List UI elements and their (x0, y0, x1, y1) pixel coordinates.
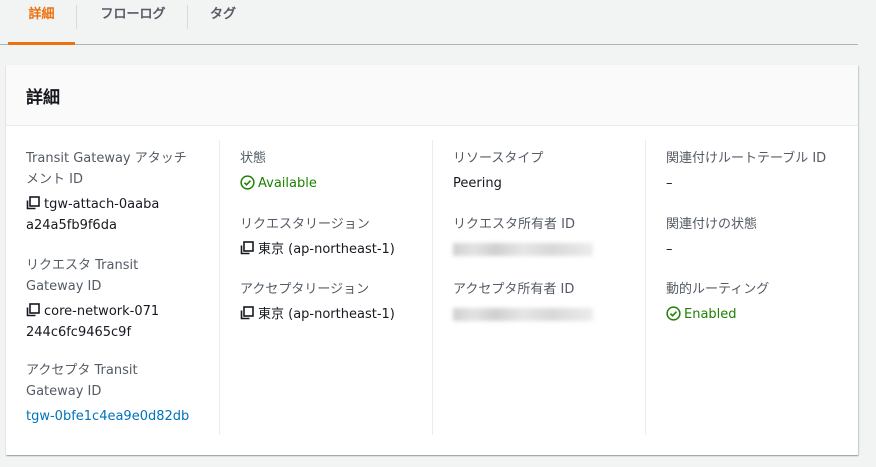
redacted-value (453, 308, 593, 321)
accepter-tgw-id-field: アクセプタ Transit Gateway ID tgw-0bfe1c4ea9e… (26, 360, 216, 427)
associated-route-table-value: – (666, 176, 673, 191)
requester-tgw-id-text: core-network-071244c6fc9465c9f (26, 304, 160, 340)
association-state-field: 関連付けの状態 – (666, 214, 856, 260)
accepter-tgw-id-link[interactable]: tgw-0bfe1c4ea9e0d82db (26, 409, 189, 424)
requester-owner-id-value (453, 239, 643, 260)
dynamic-routing-label: 動的ルーティング (666, 282, 770, 297)
tab-tags[interactable]: タグ (195, 0, 251, 44)
requester-tgw-id-value: core-network-071244c6fc9465c9f (26, 301, 161, 343)
requester-region-field: リクエスタリージョン 東京 (ap-northeast-1) (240, 214, 430, 260)
copy-icon[interactable] (240, 306, 254, 320)
tab-details[interactable]: 詳細 (8, 0, 75, 45)
association-state-value: – (666, 242, 673, 257)
tab-flow-logs[interactable]: フローログ (85, 0, 181, 44)
requester-tgw-id-label: リクエスタ Transit Gateway ID (26, 258, 139, 294)
associated-route-table-label: 関連付けルートテーブル ID (666, 151, 827, 166)
column-divider (432, 140, 433, 435)
copy-icon[interactable] (26, 303, 40, 317)
requester-owner-id-label: リクエスタ所有者 ID (453, 217, 575, 232)
dynamic-routing-value: Enabled (666, 304, 856, 325)
accepter-owner-id-value (453, 304, 643, 325)
copy-icon[interactable] (240, 241, 254, 255)
tab-separator (76, 5, 77, 29)
accepter-tgw-id-value: tgw-0bfe1c4ea9e0d82db (26, 406, 216, 427)
panel-header: 詳細 (6, 65, 858, 126)
copy-icon[interactable] (26, 196, 40, 210)
column-divider (219, 140, 220, 435)
requester-region-value: 東京 (ap-northeast-1) (240, 239, 430, 260)
resource-type-label: リソースタイプ (453, 151, 544, 166)
association-state-label: 関連付けの状態 (666, 217, 758, 232)
state-label: 状態 (240, 151, 267, 166)
accepter-region-text: 東京 (ap-northeast-1) (258, 307, 395, 322)
requester-region-text: 東京 (ap-northeast-1) (258, 242, 395, 257)
panel-title: 詳細 (26, 88, 60, 108)
dynamic-routing-text: Enabled (684, 307, 737, 322)
requester-tgw-id-field: リクエスタ Transit Gateway ID core-network-07… (26, 255, 216, 343)
attachment-id-label: Transit Gateway アタッチメント ID (26, 151, 187, 187)
resource-type-value: Peering (453, 176, 502, 191)
attachment-id-field: Transit Gateway アタッチメント ID tgw-attach-0a… (26, 148, 216, 236)
attachment-id-value: tgw-attach-0aabaa24a5fb9f6da (26, 194, 166, 236)
column-divider (645, 140, 646, 435)
accepter-region-field: アクセプタリージョン 東京 (ap-northeast-1) (240, 279, 430, 325)
dynamic-routing-field: 動的ルーティング Enabled (666, 279, 856, 325)
accepter-tgw-id-label: アクセプタ Transit Gateway ID (26, 363, 138, 399)
associated-route-table-field: 関連付けルートテーブル ID – (666, 148, 856, 194)
requester-owner-id-field: リクエスタ所有者 ID (453, 214, 643, 260)
accepter-owner-id-label: アクセプタ所有者 ID (453, 282, 575, 297)
details-panel: 詳細 Transit Gateway アタッチメント ID tgw-attach… (6, 65, 858, 455)
redacted-value (453, 243, 593, 256)
state-value: Available (240, 173, 430, 194)
tab-separator (187, 5, 188, 29)
accepter-owner-id-field: アクセプタ所有者 ID (453, 279, 643, 325)
check-circle-icon (666, 306, 681, 321)
accepter-region-value: 東京 (ap-northeast-1) (240, 304, 430, 325)
resource-type-field: リソースタイプ Peering (453, 148, 643, 194)
requester-region-label: リクエスタリージョン (240, 217, 370, 232)
accepter-region-label: アクセプタリージョン (240, 282, 370, 297)
state-field: 状態 Available (240, 148, 430, 194)
check-circle-icon (240, 175, 255, 190)
state-text: Available (258, 176, 317, 191)
attachment-id-text: tgw-attach-0aabaa24a5fb9f6da (26, 197, 160, 233)
tab-bar: 詳細 フローログ タグ (0, 0, 858, 45)
